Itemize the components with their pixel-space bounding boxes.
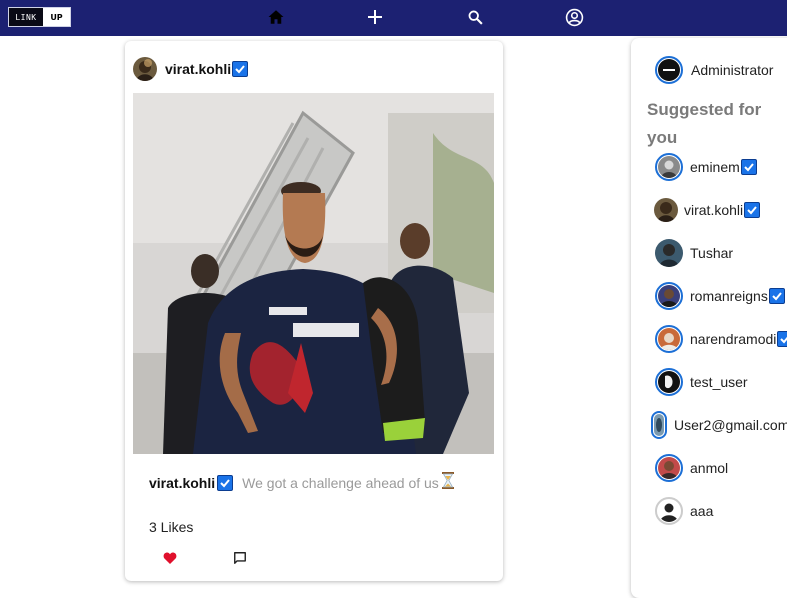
- suggestion-item[interactable]: aaa: [655, 497, 713, 525]
- like-heart-icon[interactable]: [163, 551, 177, 569]
- logo-left-text: LINK: [9, 8, 43, 26]
- post-card: virat.kohli virat.kohli We got a challen…: [125, 41, 503, 581]
- account-icon[interactable]: [564, 7, 584, 27]
- verified-badge-icon: [217, 475, 234, 491]
- suggestion-name: anmol: [690, 460, 729, 476]
- avatar: [655, 153, 683, 181]
- avatar: [655, 282, 683, 310]
- suggestion-name: aaa: [690, 503, 714, 519]
- post-image[interactable]: [133, 93, 494, 454]
- suggestion-item[interactable]: User2@gmail.com: [651, 411, 787, 439]
- suggested-title: Suggested for you: [647, 100, 762, 147]
- suggestion-name: eminem: [690, 159, 740, 175]
- suggestion-name: test_user: [690, 374, 748, 390]
- suggestion-item[interactable]: Tushar: [655, 239, 733, 267]
- home-icon[interactable]: [266, 7, 286, 27]
- suggestions-sidebar: Administrator Suggested for you eminem v…: [631, 38, 787, 598]
- suggestion-name: romanreigns: [690, 288, 768, 304]
- logo-right-text: UP: [43, 8, 70, 26]
- verified-badge-icon: [777, 331, 787, 347]
- current-user-avatar: [655, 56, 683, 84]
- suggestion-item[interactable]: anmol: [655, 454, 728, 482]
- caption-text: We got a challenge ahead of us: [242, 475, 439, 491]
- avatar: [654, 198, 678, 222]
- current-user-name: Administrator: [691, 62, 774, 78]
- comment-icon[interactable]: [233, 551, 247, 570]
- suggestion-name: Tushar: [690, 245, 734, 261]
- post-caption: virat.kohli We got a challenge ahead of …: [149, 472, 454, 494]
- suggestion-item[interactable]: test_user: [655, 368, 748, 396]
- add-icon[interactable]: [365, 7, 385, 27]
- suggestion-name: User2@gmail.com: [674, 417, 787, 433]
- hourglass-icon: [441, 472, 454, 494]
- avatar: [655, 325, 683, 353]
- suggestion-item[interactable]: eminem: [655, 153, 757, 181]
- verified-badge-icon: [768, 288, 785, 304]
- suggestion-name: narendramodi: [690, 331, 777, 347]
- post-author-username[interactable]: virat.kohli: [165, 61, 231, 77]
- verified-badge-icon: [740, 159, 757, 175]
- avatar: [655, 497, 683, 525]
- top-nav-bar: LINK UP: [0, 0, 787, 36]
- search-icon[interactable]: [465, 7, 485, 27]
- suggestion-item[interactable]: romanreigns: [655, 282, 785, 310]
- app-logo[interactable]: LINK UP: [8, 7, 71, 27]
- verified-badge-icon: [232, 61, 249, 77]
- verified-badge-icon: [744, 202, 761, 218]
- post-author-avatar[interactable]: [133, 57, 157, 81]
- suggestion-item[interactable]: virat.kohli: [654, 196, 761, 224]
- caption-username[interactable]: virat.kohli: [149, 475, 215, 491]
- avatar: [655, 239, 683, 267]
- likes-count: 3 Likes: [149, 519, 194, 535]
- suggestion-name: virat.kohli: [684, 202, 744, 218]
- current-user[interactable]: Administrator: [655, 56, 773, 84]
- avatar: [651, 411, 667, 439]
- avatar: [655, 454, 683, 482]
- post-header: virat.kohli: [133, 57, 249, 81]
- avatar: [655, 368, 683, 396]
- suggestion-item[interactable]: narendramodi: [655, 325, 787, 353]
